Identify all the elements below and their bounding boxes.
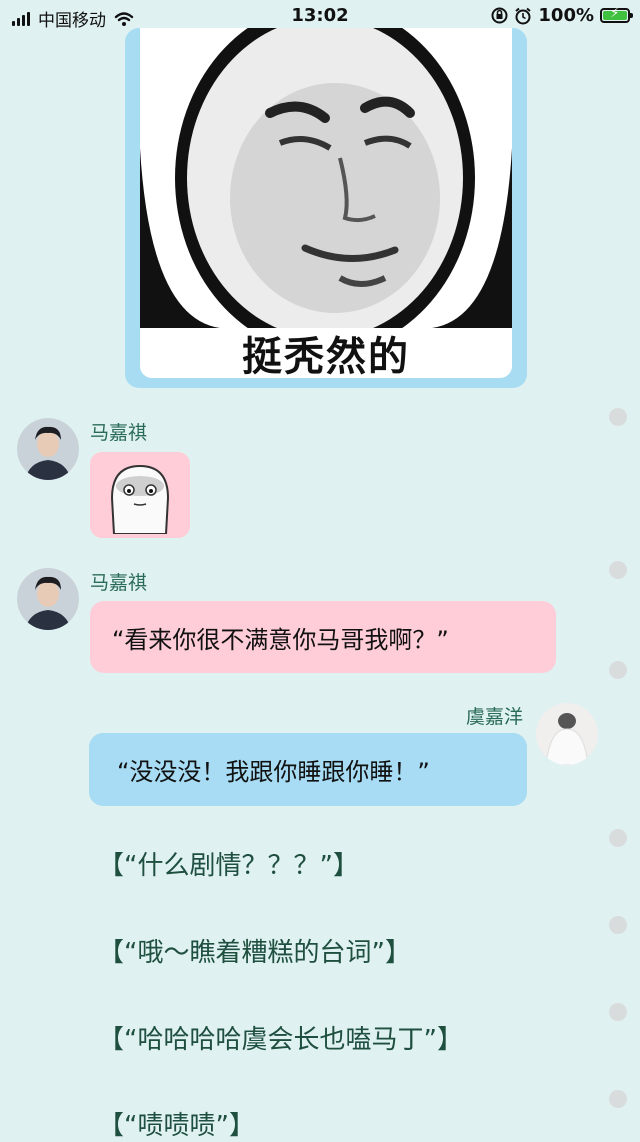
battery-percent: 100% xyxy=(538,5,594,26)
sticker-message[interactable] xyxy=(90,452,190,538)
sender-name: 马嘉祺 xyxy=(90,572,148,594)
message-text: “看来你很不满意你马哥我啊？” xyxy=(112,625,449,654)
sticker-face-image xyxy=(110,464,170,534)
alarm-icon xyxy=(515,7,532,24)
status-dot xyxy=(609,916,627,934)
status-dot xyxy=(609,661,627,679)
status-dot xyxy=(609,1090,627,1108)
status-dot xyxy=(609,829,627,847)
message-bubble[interactable]: “没没没！我跟你睡跟你睡！” xyxy=(89,733,527,806)
rotation-lock-icon xyxy=(491,7,508,24)
action-message[interactable]: 【“啧啧啧”】 xyxy=(98,1105,255,1142)
status-dot xyxy=(609,1003,627,1021)
message-text: “没没没！我跟你睡跟你睡！” xyxy=(117,758,430,786)
action-message[interactable]: 【“什么剧情？？？”】 xyxy=(98,845,359,882)
sender-name: 马嘉祺 xyxy=(90,422,148,444)
avatar[interactable] xyxy=(17,418,79,480)
panda-face-image xyxy=(140,28,512,328)
meme-image: 挺秃然的 xyxy=(140,28,512,378)
message-bubble[interactable]: “看来你很不满意你马哥我啊？” xyxy=(90,601,556,673)
status-dot xyxy=(609,561,627,579)
sender-name: 虞嘉洋 xyxy=(466,706,524,728)
avatar[interactable] xyxy=(17,568,79,630)
status-dot xyxy=(609,408,627,426)
action-message[interactable]: 【“哦～瞧着糟糕的台词”】 xyxy=(98,932,411,969)
battery-charging-icon: ⚡ xyxy=(600,6,633,23)
meme-caption: 挺秃然的 xyxy=(242,334,410,378)
meme-image-message[interactable]: 挺秃然的 xyxy=(125,28,527,388)
avatar[interactable] xyxy=(536,703,598,765)
action-message[interactable]: 【“哈哈哈哈虞会长也嗑马丁”】 xyxy=(98,1019,463,1056)
status-right: 100% ⚡ xyxy=(491,5,633,26)
